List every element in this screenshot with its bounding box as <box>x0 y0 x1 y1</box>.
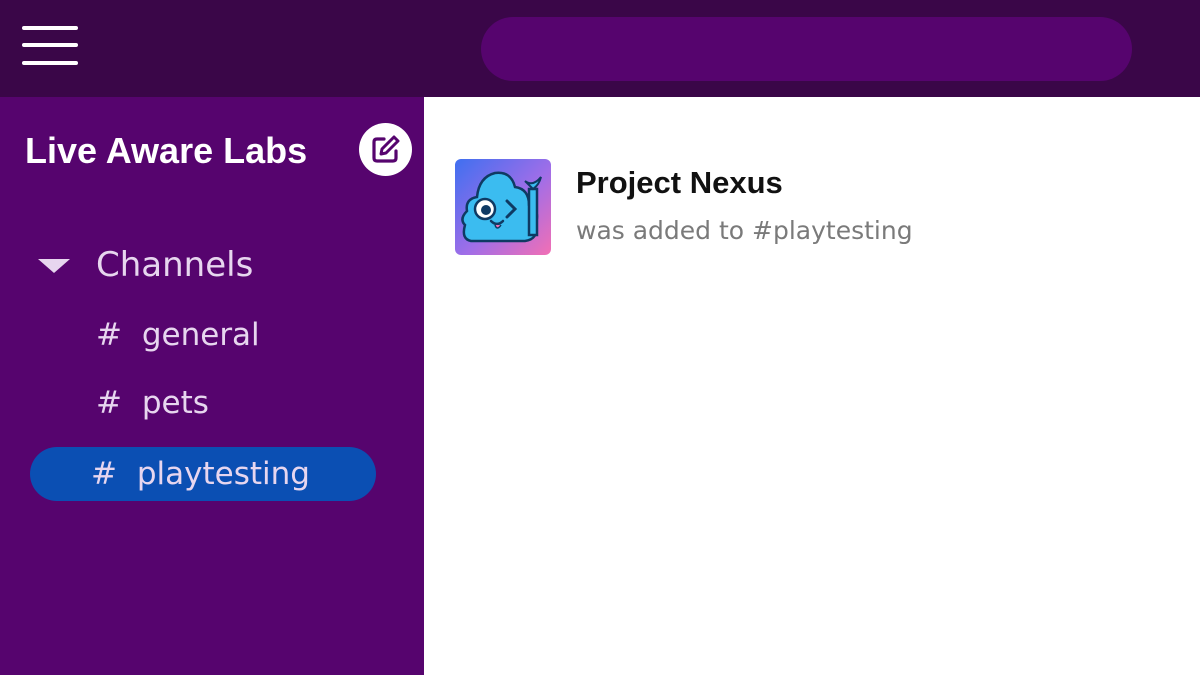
channel-label: pets <box>141 385 209 421</box>
menu-line <box>22 61 78 65</box>
top-bar <box>0 0 1200 97</box>
channel-label: playtesting <box>136 456 310 492</box>
compose-icon <box>372 135 400 163</box>
workspace-name: Live Aware Labs <box>25 130 308 171</box>
channels-header-label: Channels <box>96 245 254 285</box>
channel-hash: # <box>91 456 117 492</box>
menu-line <box>22 26 78 30</box>
search-input[interactable] <box>481 17 1132 81</box>
menu-line <box>22 43 78 47</box>
hamburger-menu-icon[interactable] <box>22 26 78 68</box>
channels-section-toggle[interactable]: Channels <box>38 242 338 288</box>
channel-label: general <box>141 317 260 353</box>
message-pane: Project Nexus was added to #playtesting <box>424 97 1200 675</box>
blob-mascot-avatar <box>455 159 551 255</box>
message-text: was added to #playtesting <box>576 216 913 245</box>
sidebar: Live Aware Labs Channels # general # pet… <box>0 97 424 675</box>
sidebar-item-playtesting[interactable]: # playtesting <box>30 447 376 501</box>
avatar[interactable] <box>455 159 551 255</box>
caret-down-icon <box>38 259 70 273</box>
message-author[interactable]: Project Nexus <box>576 163 783 203</box>
channel-hash: # <box>96 317 122 353</box>
message-item: Project Nexus was added to #playtesting <box>455 159 1155 259</box>
channel-hash: # <box>96 385 122 421</box>
sidebar-item-general[interactable]: # general <box>30 308 376 362</box>
sidebar-item-pets[interactable]: # pets <box>30 376 376 430</box>
compose-button[interactable] <box>359 123 412 176</box>
